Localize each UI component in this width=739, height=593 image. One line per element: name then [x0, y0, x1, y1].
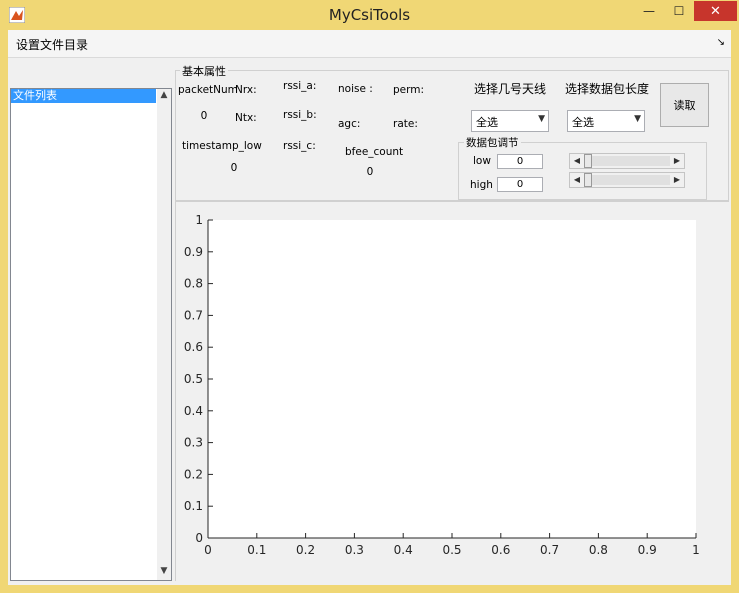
plot-axes-background: [208, 220, 696, 538]
x-tick-label: 0.8: [589, 543, 608, 557]
slider-track[interactable]: [592, 156, 670, 166]
basic-properties-title: 基本属性: [180, 63, 228, 79]
high-label: high: [470, 179, 493, 191]
scroll-up-icon[interactable]: ▲: [157, 90, 171, 104]
y-tick-label: 0.4: [184, 404, 203, 418]
menu-set-directory[interactable]: 设置文件目录: [16, 36, 88, 53]
slider-thumb[interactable]: [584, 154, 592, 168]
bfee-count-label: bfee_count: [345, 146, 404, 158]
x-tick-label: 0.6: [491, 543, 510, 557]
y-tick-label: 0.8: [184, 277, 203, 291]
high-input[interactable]: 0: [497, 177, 543, 192]
title-bar[interactable]: MyCsiTools — ☐ ✕: [0, 0, 739, 30]
x-tick-label: 1: [692, 543, 700, 557]
x-tick-label: 0: [204, 543, 212, 557]
low-label: low: [473, 155, 491, 167]
antenna-dropdown-value: 全选: [476, 116, 498, 129]
menu-bar: 设置文件目录 ↘: [8, 30, 731, 58]
file-list-scrollbar[interactable]: [157, 89, 171, 580]
high-slider[interactable]: ◀ ▶: [569, 172, 685, 188]
y-tick-label: 1: [195, 213, 203, 227]
x-tick-label: 0.1: [247, 543, 266, 557]
packet-length-select-label: 选择数据包长度: [565, 82, 650, 96]
antenna-select-label: 选择几号天线: [474, 82, 547, 96]
read-button[interactable]: 读取: [660, 83, 709, 127]
slider-right-arrow-icon[interactable]: ▶: [671, 154, 683, 168]
packetnum-value: 0: [200, 110, 208, 122]
slider-track[interactable]: [592, 175, 670, 185]
y-tick-label: 0.1: [184, 499, 203, 513]
y-tick-label: 0.6: [184, 340, 203, 354]
chevron-down-icon[interactable]: ▼: [538, 114, 545, 124]
file-list-item[interactable]: 文件列表: [11, 89, 156, 103]
packet-length-dropdown[interactable]: 全选 ▼: [567, 110, 645, 132]
chevron-down-icon[interactable]: ▼: [634, 114, 641, 124]
x-tick-label: 0.7: [540, 543, 559, 557]
rssi-b-label: rssi_b:: [283, 109, 317, 121]
x-tick-label: 0.9: [638, 543, 657, 557]
packet-length-dropdown-value: 全选: [572, 116, 594, 129]
rssi-a-label: rssi_a:: [283, 80, 317, 92]
minimize-button[interactable]: —: [634, 1, 664, 21]
slider-left-arrow-icon[interactable]: ◀: [571, 173, 583, 187]
agc-label: agc:: [338, 118, 361, 130]
ntx-label: Ntx:: [235, 112, 257, 124]
y-tick-label: 0.7: [184, 308, 203, 322]
slider-thumb[interactable]: [584, 173, 592, 187]
file-listbox[interactable]: [10, 88, 172, 581]
x-tick-label: 0.5: [442, 543, 461, 557]
slider-left-arrow-icon[interactable]: ◀: [571, 154, 583, 168]
x-tick-label: 0.3: [345, 543, 364, 557]
low-input[interactable]: 0: [497, 154, 543, 169]
resize-corner-icon: ↘: [716, 37, 725, 48]
packetnum-label: packetNum: [178, 84, 238, 96]
nrx-label: Nrx:: [235, 84, 257, 96]
y-tick-label: 0.3: [184, 436, 203, 450]
perm-label: perm:: [393, 84, 425, 96]
csi-plot[interactable]: 0 0.1 0.2 0.3 0.4 0.5 0.6 0.7 0.8 0.9 1 0 0.1 0.2 0.3 0…: [176, 202, 729, 581]
window-title: MyCsiTools: [328, 6, 411, 24]
y-tick-label: 0.5: [184, 372, 203, 386]
close-button[interactable]: ✕: [694, 1, 737, 21]
x-tick-label: 0.4: [394, 543, 413, 557]
y-tick-label: 0: [195, 531, 203, 545]
packet-adjust-panel: [458, 142, 707, 200]
y-tick-label: 0.9: [184, 245, 203, 259]
scroll-down-icon[interactable]: ▼: [157, 566, 171, 580]
slider-right-arrow-icon[interactable]: ▶: [671, 173, 683, 187]
rssi-c-label: rssi_c:: [283, 140, 316, 152]
noise-label: noise :: [338, 83, 373, 95]
timestamp-label: timestamp_low: [182, 140, 262, 152]
timestamp-value: 0: [230, 162, 238, 174]
antenna-dropdown[interactable]: 全选 ▼: [471, 110, 549, 132]
packet-adjust-title: 数据包调节: [464, 135, 521, 150]
maximize-button[interactable]: ☐: [664, 1, 694, 21]
y-tick-label: 0.2: [184, 467, 203, 481]
bfee-count-value: 0: [366, 166, 374, 178]
low-slider[interactable]: ◀ ▶: [569, 153, 685, 169]
rate-label: rate:: [393, 118, 418, 130]
x-tick-label: 0.2: [296, 543, 315, 557]
